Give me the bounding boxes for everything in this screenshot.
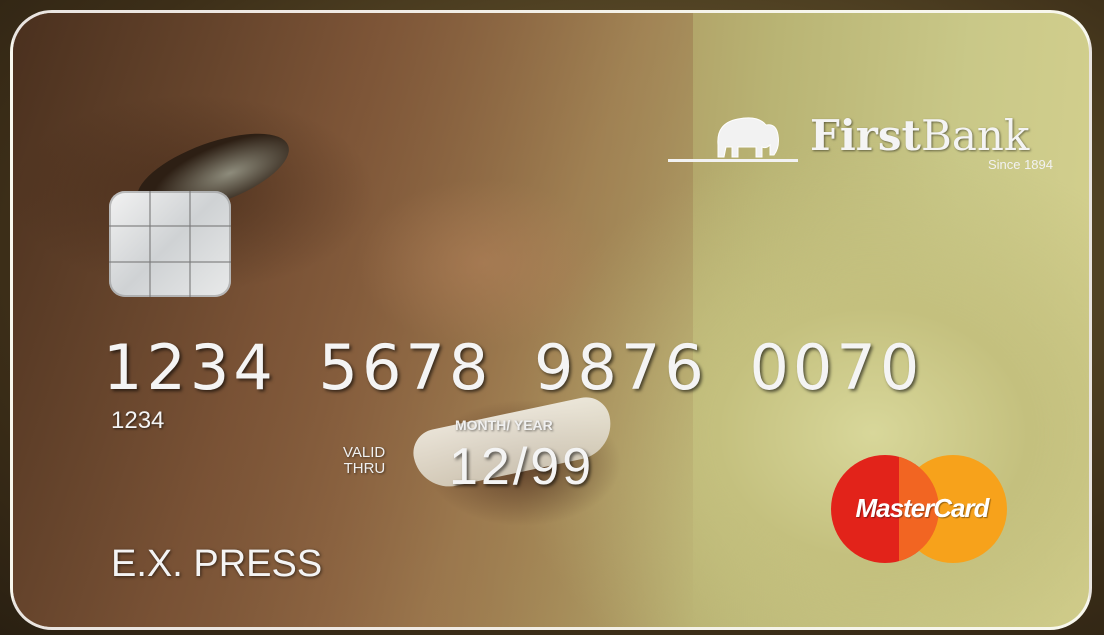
expiry-date: 12/99 [449,438,595,496]
card-short-number: 1234 [111,407,165,434]
firstbank-logo: FirstBank Since 1894 [668,105,1053,175]
bank-name: FirstBank [810,111,1030,160]
logo-underline [668,159,798,162]
card-number: 1234 5678 9876 0070 [103,331,924,404]
since-text: Since 1894 [987,157,1053,172]
valid-thru-label: VALID THRU [343,444,386,477]
credit-card: FirstBank Since 1894 1234 5678 9876 0070… [10,10,1092,630]
cardholder-name: E.X. PRESS [111,543,323,585]
emv-chip-icon [109,191,231,297]
mastercard-label: MasterCard [855,493,989,523]
woman-face-photo [13,13,693,627]
month-year-label: MONTH/ YEAR [455,417,553,433]
elephant-icon [717,117,779,158]
mastercard-logo-icon: MasterCard [831,455,1007,565]
